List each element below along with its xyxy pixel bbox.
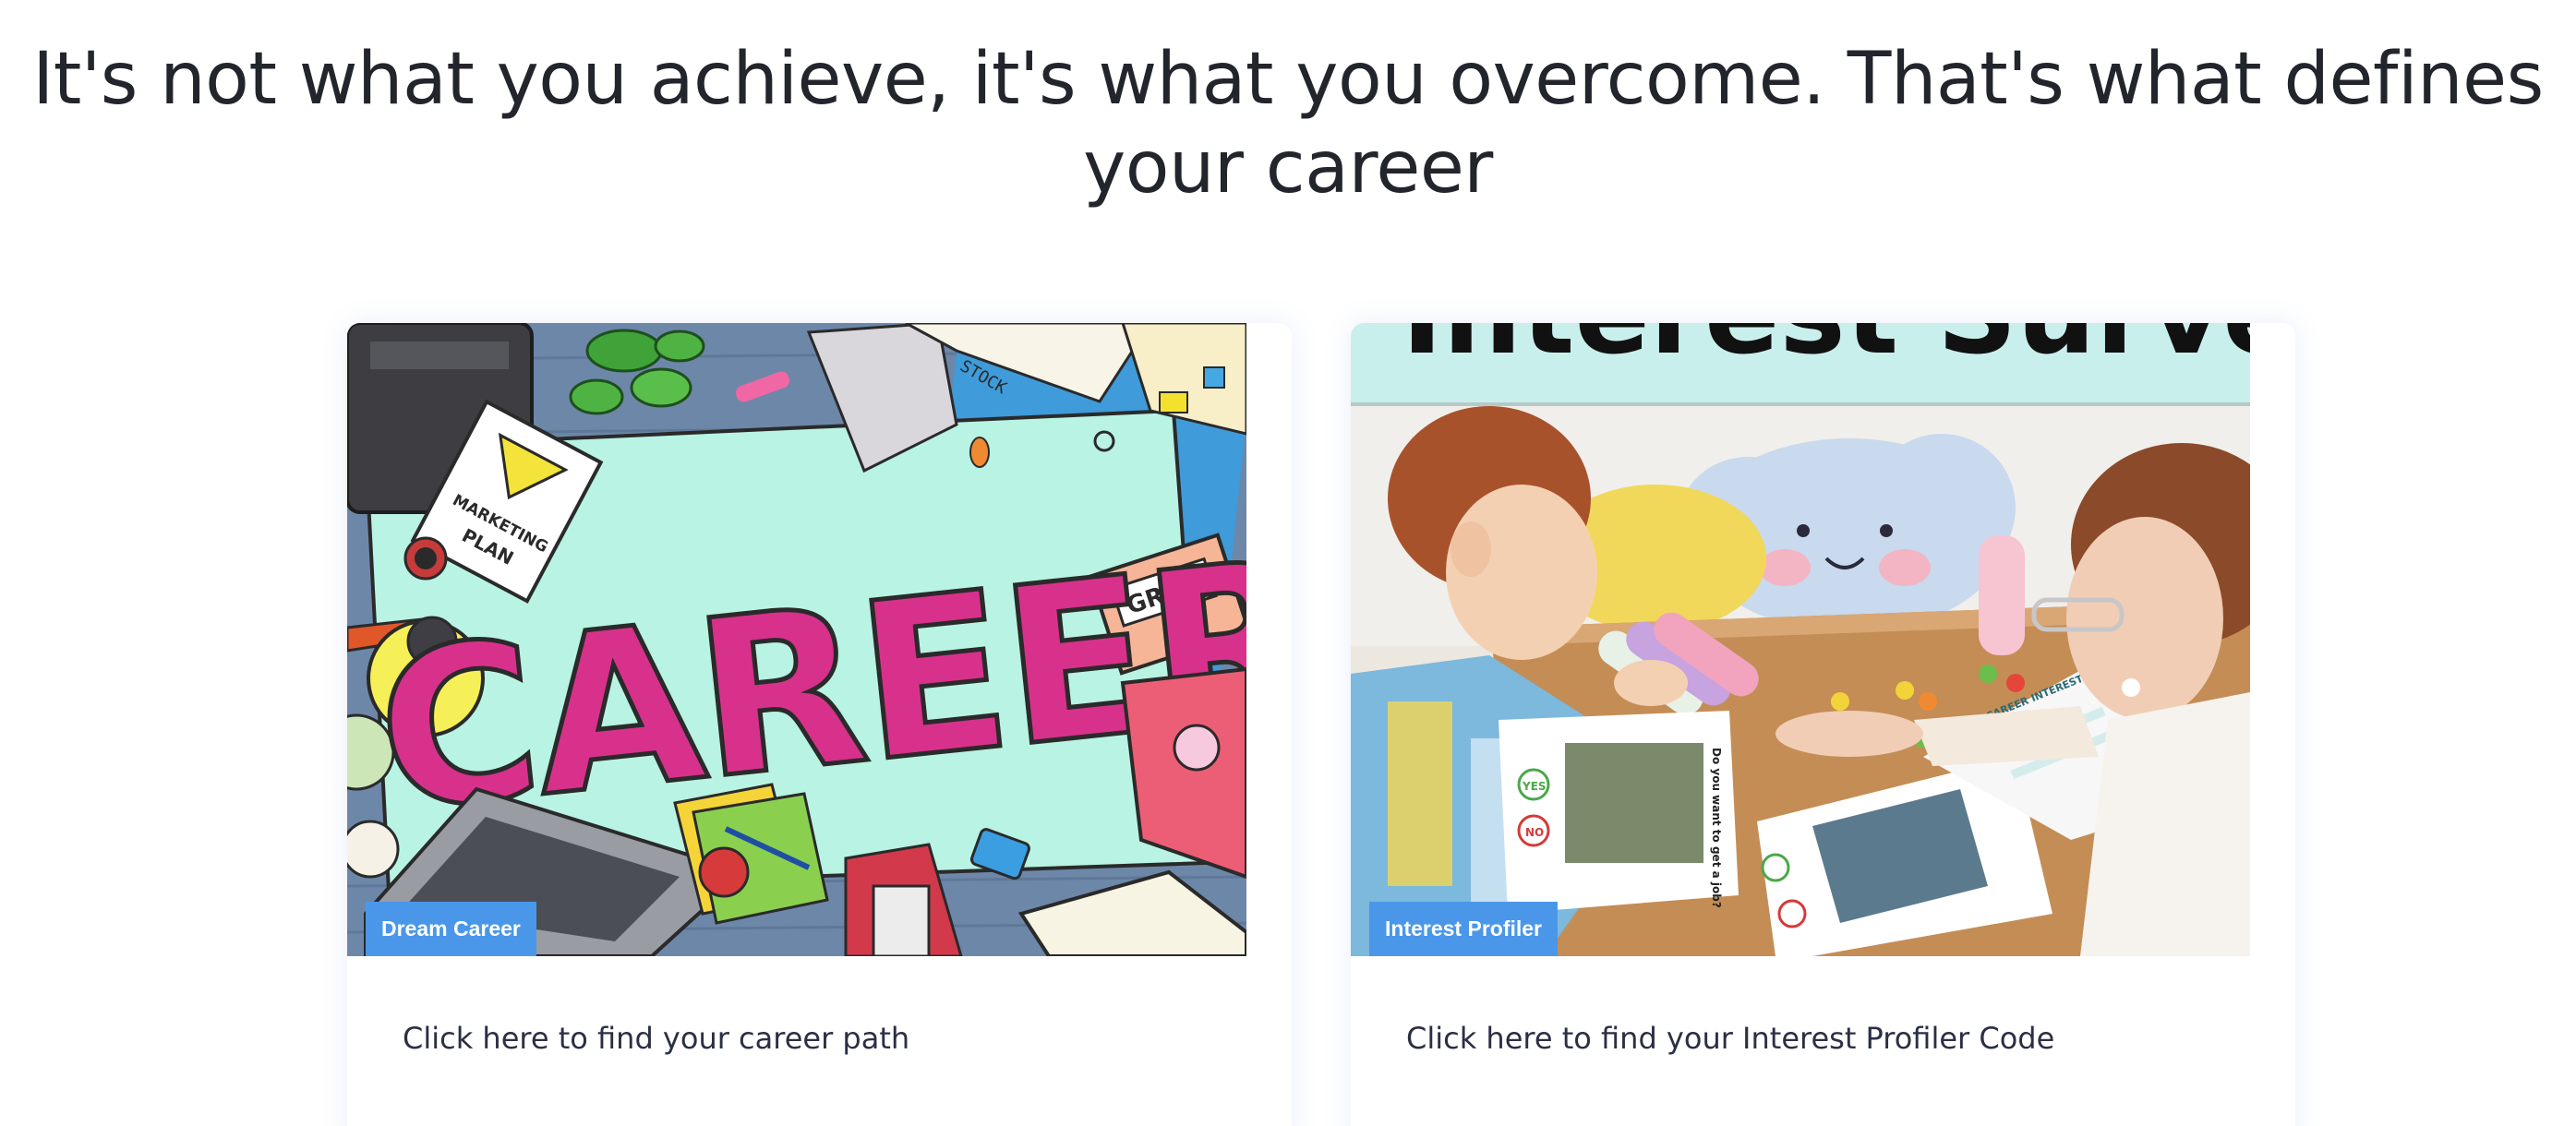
- interest-survey-photo: Interest Survey: [1351, 323, 2250, 956]
- interest-profiler-badge[interactable]: Interest Profiler: [1369, 902, 1558, 956]
- career-path-link[interactable]: Click here to find your career path: [403, 1021, 909, 1056]
- dream-career-card[interactable]: STOCK MARKETING PLAN GROW CAREER Dream C…: [347, 323, 1292, 1126]
- page-headline: It's not what you achieve, it's what you…: [32, 38, 2544, 210]
- interest-profiler-card[interactable]: Interest Survey: [1351, 323, 2295, 1126]
- interest-profiler-link[interactable]: Click here to find your Interest Profile…: [1406, 1021, 2054, 1056]
- career-illustration: STOCK MARKETING PLAN GROW CAREER: [347, 323, 1246, 956]
- svg-text:NO: NO: [1525, 826, 1544, 839]
- svg-text:Do you want to get a job?: Do you want to get a job?: [1710, 748, 1723, 908]
- picture-card-left: YES NO Do you want to get a job?: [1499, 711, 1739, 914]
- interest-survey-image[interactable]: Interest Survey: [1351, 323, 2250, 956]
- career-image[interactable]: STOCK MARKETING PLAN GROW CAREER Dream C…: [347, 323, 1246, 956]
- banner-title-art: Interest Survey: [1402, 323, 2250, 379]
- svg-text:YES: YES: [1522, 780, 1547, 793]
- page: It's not what you achieve, it's what you…: [0, 0, 2576, 1126]
- dream-career-badge[interactable]: Dream Career: [366, 902, 536, 956]
